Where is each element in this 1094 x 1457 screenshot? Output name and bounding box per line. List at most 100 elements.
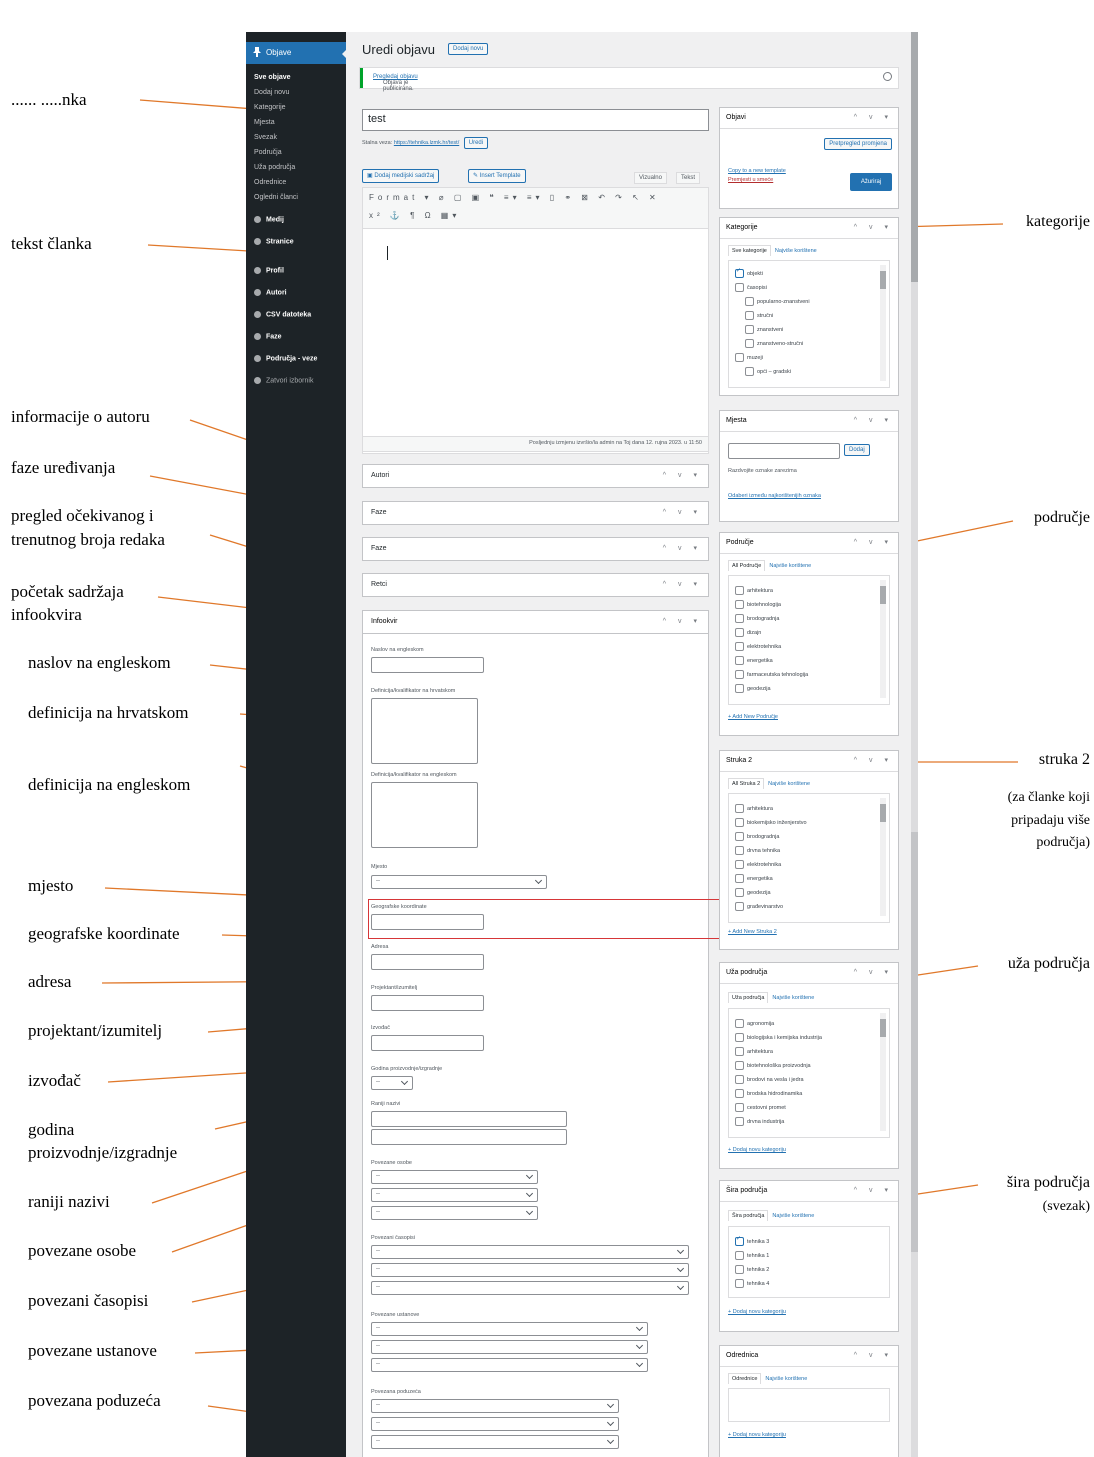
podrucje-checkbox[interactable]: energetika xyxy=(735,656,773,665)
struka2-checkbox[interactable]: elektrotehnika xyxy=(735,860,781,869)
tab-all-struka2[interactable]: All Struka 2 xyxy=(728,778,765,789)
update-button[interactable]: Ažuriraj xyxy=(850,173,892,191)
casopisi-select-1[interactable]: -- xyxy=(371,1245,689,1259)
mjesta-add-button[interactable]: Dodaj xyxy=(844,444,870,456)
podrucje-checkbox[interactable]: geodezija xyxy=(735,684,771,693)
casopisi-select-2[interactable]: -- xyxy=(371,1263,689,1277)
submenu-dodaj-novu[interactable]: Dodaj novu xyxy=(254,89,289,96)
category-checkbox[interactable]: znanstveni xyxy=(745,325,783,334)
uza-checkbox[interactable]: arhitektura xyxy=(735,1047,773,1056)
def-en-textarea[interactable] xyxy=(371,782,478,848)
dismiss-icon[interactable] xyxy=(883,72,892,81)
insert-template-button[interactable]: ✎ Insert Template xyxy=(468,169,526,183)
sira-checkbox[interactable]: tehnika 1 xyxy=(735,1251,769,1260)
uza-checkbox[interactable]: brodovi na vesla i jedra xyxy=(735,1075,804,1084)
podrucje-checkbox[interactable]: biotehnologija xyxy=(735,600,781,609)
mjesta-choose-link[interactable]: Odaberi između najkorištenijih oznaka xyxy=(728,493,821,499)
raniji-input-2[interactable] xyxy=(371,1129,567,1145)
submenu-ogledni-clanci[interactable]: Ogledni članci xyxy=(254,194,298,201)
mjesto-select[interactable]: -- xyxy=(371,875,547,889)
uza-checkbox[interactable]: brodska hidrodinamika xyxy=(735,1089,802,1098)
box-controls-icon[interactable]: ^ v ▾ xyxy=(854,1351,893,1359)
content-editor[interactable]: Format ▾ ⌀ ▢ ▣ ❝ ≡▾ ≡▾ ▯ ⚭ ⊠ ↶ ↷ ↖ ✕ x² … xyxy=(362,187,709,454)
toolbar-row-2[interactable]: x² ⚓ ¶ Ω ▦▾ xyxy=(369,211,460,220)
poduzeca-select-1[interactable]: -- xyxy=(371,1399,619,1413)
ustanove-select-3[interactable]: -- xyxy=(371,1358,648,1372)
tab-most-used[interactable]: Najviše korištene xyxy=(768,781,810,787)
tab-most-used[interactable]: Najviše korištene xyxy=(765,1376,807,1382)
sidebar-item-objave[interactable]: Objave xyxy=(246,42,346,64)
sidebar-item-csv[interactable]: CSV datoteka xyxy=(254,311,311,318)
tab-visual[interactable]: Vizualno xyxy=(634,172,667,184)
mjesta-tag-input[interactable] xyxy=(728,443,840,459)
naslov-en-input[interactable] xyxy=(371,657,484,673)
projektant-input[interactable] xyxy=(371,995,484,1011)
box-controls-icon[interactable]: ^ v ▾ xyxy=(663,471,702,479)
submenu-svezak[interactable]: Svezak xyxy=(254,134,277,141)
podrucje-checkbox[interactable]: brodogradnja xyxy=(735,614,779,623)
sira-checkbox[interactable]: tehnika 4 xyxy=(735,1279,769,1288)
struka2-checkbox[interactable]: građevinarstvo xyxy=(735,902,783,911)
struka2-checkbox[interactable]: arhitektura xyxy=(735,804,773,813)
tab-text[interactable]: Tekst xyxy=(676,172,701,184)
metabox-faze-2[interactable]: Faze ^ v ▾ xyxy=(362,537,709,561)
submenu-podrucja[interactable]: Područja xyxy=(254,149,282,156)
podrucje-checkbox[interactable]: arhitektura xyxy=(735,586,773,595)
collapse-menu[interactable]: Zatvori izbornik xyxy=(254,377,313,384)
submenu-sve-objave[interactable]: Sve objave xyxy=(254,74,291,81)
sira-checkbox[interactable]: tehnika 3 xyxy=(735,1237,769,1246)
metabox-retci[interactable]: Retci ^ v ▾ xyxy=(362,573,709,597)
sidebar-item-faze[interactable]: Faze xyxy=(254,333,282,340)
box-controls-icon[interactable]: ^ v ▾ xyxy=(854,416,893,424)
struka2-checkbox[interactable]: drvna tehnika xyxy=(735,846,780,855)
add-podrucje-link[interactable]: + Add New Područje xyxy=(728,714,778,720)
struka2-checkbox[interactable]: energetika xyxy=(735,874,773,883)
box-controls-icon[interactable]: ^ v ▾ xyxy=(663,580,702,588)
submenu-kategorije[interactable]: Kategorije xyxy=(254,104,286,111)
tab-all-uza[interactable]: Uža područja xyxy=(728,992,769,1003)
struka2-checkbox[interactable]: brodogradnja xyxy=(735,832,779,841)
def-hr-textarea[interactable] xyxy=(371,698,478,764)
tab-all-podrucje[interactable]: All Područje xyxy=(728,560,766,571)
box-controls-icon[interactable]: ^ v ▾ xyxy=(854,538,893,546)
izvodac-input[interactable] xyxy=(371,1035,484,1051)
osobe-select-3[interactable]: -- xyxy=(371,1206,538,1220)
box-controls-icon[interactable]: ^ v ▾ xyxy=(663,508,702,516)
tab-most-used[interactable]: Najviše korištene xyxy=(772,995,814,1001)
uza-checkbox[interactable]: drvna industrija xyxy=(735,1117,784,1126)
metabox-autori[interactable]: Autori ^ v ▾ xyxy=(362,464,709,488)
box-controls-icon[interactable]: ^ v ▾ xyxy=(854,1186,893,1194)
add-media-button[interactable]: ▣ Dodaj medijski sadržaj xyxy=(362,169,440,183)
submenu-odrednice[interactable]: Odrednice xyxy=(254,179,286,186)
uza-checkbox[interactable]: biologijska i kemijska industrija xyxy=(735,1033,822,1042)
permalink-url[interactable]: https://tehnika.lzmk.hr/test/ xyxy=(394,140,459,146)
sidebar-item-podrucja-veze[interactable]: Područja - veze xyxy=(254,355,317,362)
list-scrollbar[interactable] xyxy=(880,798,886,916)
category-checkbox[interactable]: popularno-znanstveni xyxy=(745,297,810,306)
tab-all-odrednice[interactable]: Odrednice xyxy=(728,1373,762,1384)
page-scrollbar[interactable] xyxy=(911,32,918,1457)
category-checkbox[interactable]: muzeji xyxy=(735,353,763,362)
add-new-button[interactable]: Dodaj novu xyxy=(448,43,489,55)
add-sira-link[interactable]: + Dodaj novu kategoriju xyxy=(728,1309,786,1315)
sidebar-item-stranice[interactable]: Stranice xyxy=(254,238,294,245)
tab-most-used[interactable]: Najviše korištene xyxy=(769,563,811,569)
tab-all-sira[interactable]: Šira područja xyxy=(728,1210,769,1221)
list-scrollbar[interactable] xyxy=(880,265,886,381)
toolbar-row-1[interactable]: Format ▾ ⌀ ▢ ▣ ❝ ≡▾ ≡▾ ▯ ⚭ ⊠ ↶ ↷ ↖ ✕ xyxy=(369,193,660,202)
box-controls-icon[interactable]: ^ v ▾ xyxy=(663,617,702,625)
sidebar-item-medij[interactable]: Medij xyxy=(254,216,284,223)
category-checkbox[interactable]: objekti xyxy=(735,269,763,278)
move-trash-link[interactable]: Premjesti u smeće xyxy=(728,177,773,183)
tab-most-used[interactable]: Najviše korištene xyxy=(775,248,817,254)
sidebar-item-autori[interactable]: Autori xyxy=(254,289,287,296)
poduzeca-select-2[interactable]: -- xyxy=(371,1417,619,1431)
submenu-uza-podrucja[interactable]: Uža područja xyxy=(254,164,295,171)
uza-checkbox[interactable]: cestovni promet xyxy=(735,1103,786,1112)
copy-template-link[interactable]: Copy to a new template xyxy=(728,168,786,174)
sira-checkbox[interactable]: tehnika 2 xyxy=(735,1265,769,1274)
casopisi-select-3[interactable]: -- xyxy=(371,1281,689,1295)
category-checkbox[interactable]: stručni xyxy=(745,311,773,320)
poduzeca-select-3[interactable]: -- xyxy=(371,1435,619,1449)
list-scrollbar[interactable] xyxy=(880,1013,886,1131)
